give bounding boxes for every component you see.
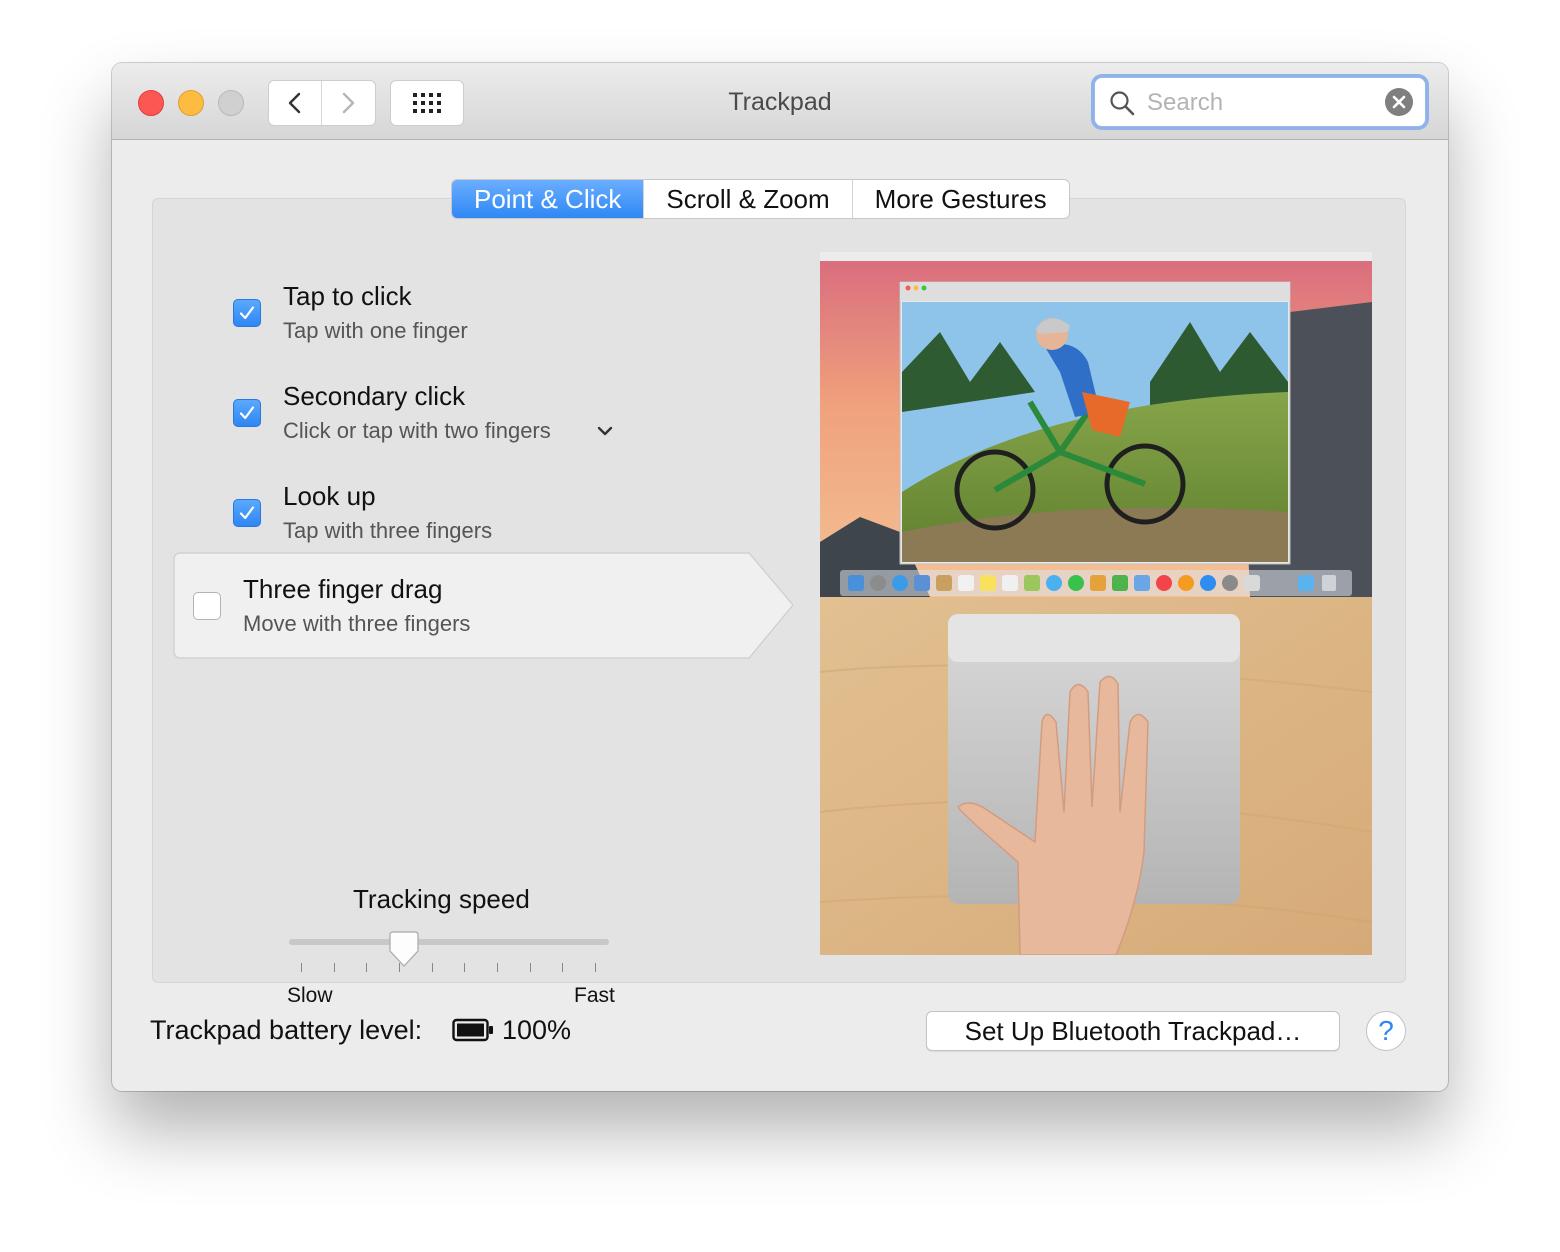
tab-point-and-click[interactable]: Point & Click xyxy=(452,180,644,218)
grid-icon xyxy=(413,93,441,113)
slider-tick xyxy=(334,963,335,972)
slider-thumb[interactable] xyxy=(389,931,419,967)
option-secondary-click[interactable]: Secondary click Click or tap with two fi… xyxy=(213,365,833,465)
menu-bar xyxy=(820,252,1372,261)
slider-tick xyxy=(366,963,367,972)
slider-tick xyxy=(595,963,596,972)
option-three-finger-drag[interactable]: Three finger drag Move with three finger… xyxy=(173,552,797,660)
tracking-speed-slider[interactable] xyxy=(289,939,609,945)
checkmark-icon xyxy=(239,506,255,520)
tab-more-gestures[interactable]: More Gestures xyxy=(851,180,1069,218)
slider-tick xyxy=(399,963,400,972)
magnifier-icon xyxy=(1110,91,1135,116)
option-title: Three finger drag xyxy=(243,574,443,604)
option-title: Tap to click xyxy=(283,281,412,311)
option-look-up[interactable]: Look up Tap with three fingers xyxy=(213,465,833,565)
chevron-right-icon xyxy=(342,92,355,114)
forward-button[interactable] xyxy=(322,81,374,125)
clear-search-button[interactable] xyxy=(1385,88,1413,116)
slider-tick xyxy=(432,963,433,972)
option-subtitle: Tap with one finger xyxy=(283,318,468,343)
title-bar: Trackpad xyxy=(112,63,1448,140)
slider-ticks xyxy=(301,963,601,973)
question-icon: ? xyxy=(1378,1015,1394,1046)
checkmark-icon xyxy=(239,306,255,320)
help-button[interactable]: ? xyxy=(1366,1011,1406,1051)
clear-icon xyxy=(1392,95,1406,109)
gesture-preview xyxy=(820,252,1372,955)
option-title: Look up xyxy=(283,481,376,511)
slider-tick xyxy=(497,963,498,972)
slider-max-label: Fast xyxy=(574,984,615,1007)
secondary-click-menu[interactable]: Click or tap with two fingers xyxy=(283,418,551,444)
tab-scroll-and-zoom[interactable]: Scroll & Zoom xyxy=(643,180,851,218)
battery-icon xyxy=(452,1018,493,1042)
slider-tick xyxy=(530,963,531,972)
search-input[interactable] xyxy=(1145,84,1379,122)
option-subtitle: Tap with three fingers xyxy=(283,518,493,543)
checkmark-icon xyxy=(239,406,255,420)
look-up-checkbox[interactable] xyxy=(233,499,261,527)
show-all-button[interactable] xyxy=(390,80,464,126)
tracking-speed-label: Tracking speed xyxy=(353,884,530,914)
close-button[interactable] xyxy=(138,90,164,116)
secondary-click-checkbox[interactable] xyxy=(233,399,261,427)
option-subtitle: Move with three fingers xyxy=(243,611,471,636)
navigation-buttons xyxy=(268,80,376,126)
setup-bluetooth-trackpad-button[interactable]: Set Up Bluetooth Trackpad… xyxy=(926,1011,1340,1051)
tap-to-click-checkbox[interactable] xyxy=(233,299,261,327)
slider-tick xyxy=(301,963,302,972)
minimize-button[interactable] xyxy=(178,90,204,116)
slider-min-label: Slow xyxy=(287,984,333,1007)
battery-level-value: 100% xyxy=(502,1015,572,1045)
tab-bar: Point & Click Scroll & Zoom More Gesture… xyxy=(451,179,1070,219)
chevron-down-icon[interactable] xyxy=(597,425,613,437)
trackpad-window: Trackpad Tap to click Tap with one fing xyxy=(112,63,1448,1091)
option-tap-to-click[interactable]: Tap to click Tap with one finger xyxy=(213,265,833,365)
option-title: Secondary click xyxy=(283,381,466,411)
zoom-button[interactable] xyxy=(218,90,244,116)
chevron-left-icon xyxy=(288,92,301,114)
three-finger-drag-checkbox[interactable] xyxy=(193,592,221,620)
battery-level-label: Trackpad battery level: xyxy=(150,1015,423,1045)
slider-tick xyxy=(562,963,563,972)
search-field[interactable] xyxy=(1094,77,1426,127)
back-button[interactable] xyxy=(269,81,322,125)
selected-row-highlight xyxy=(173,552,794,659)
slider-tick xyxy=(464,963,465,972)
